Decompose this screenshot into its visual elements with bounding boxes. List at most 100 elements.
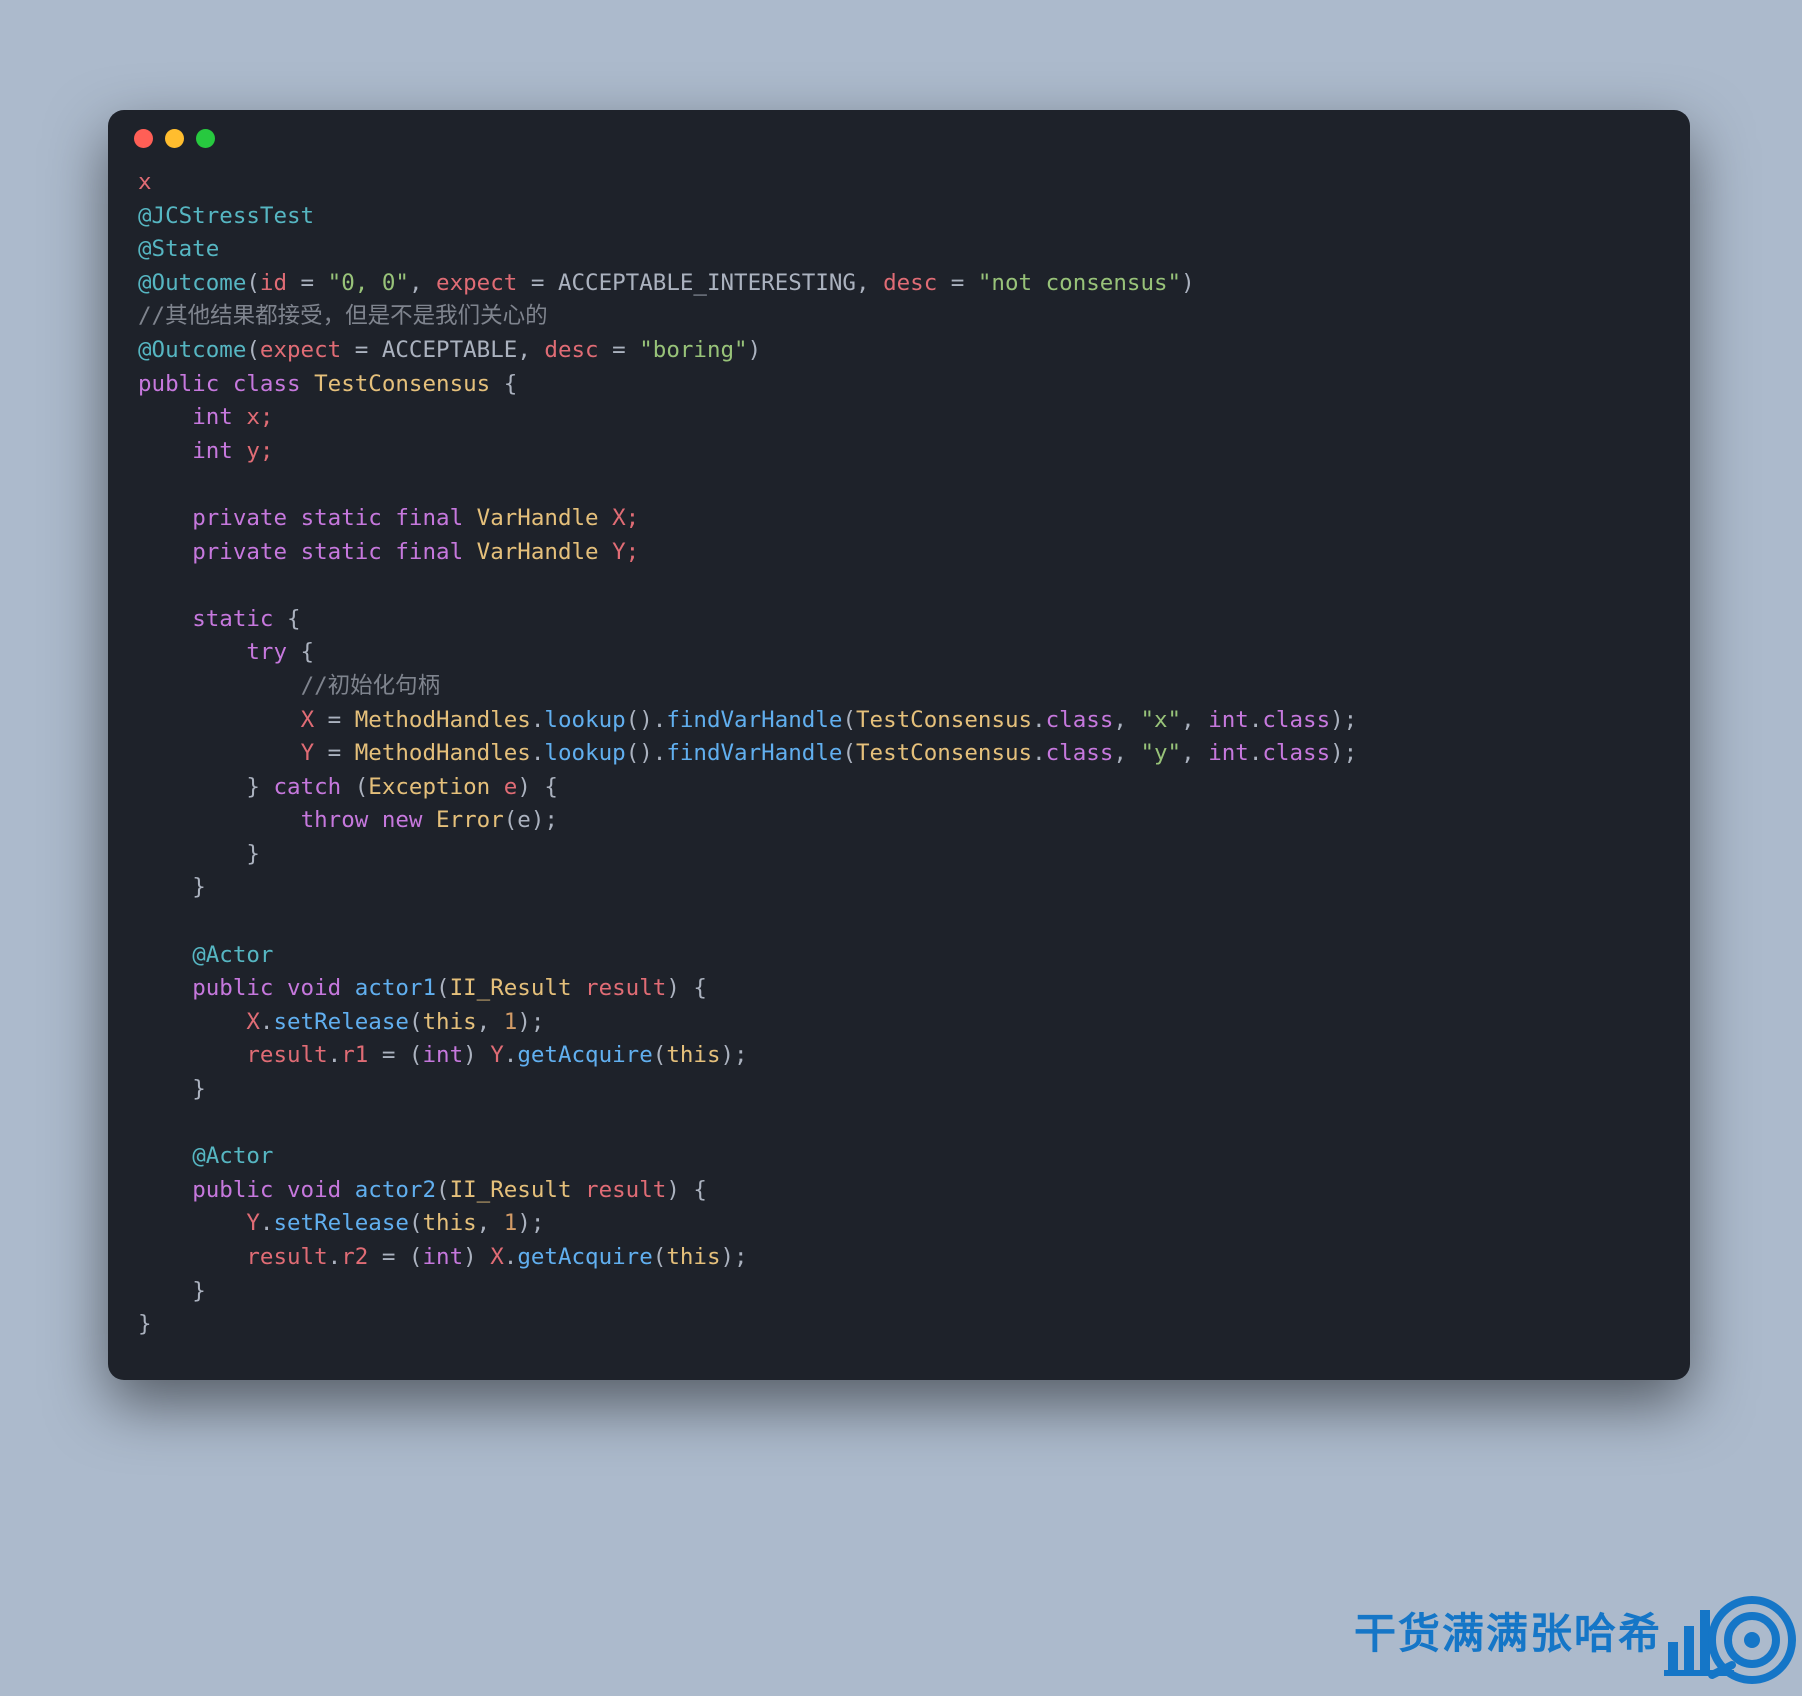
method-name: actor1 — [355, 975, 436, 1001]
annotation-actor: @Actor — [192, 1143, 273, 1169]
type: VarHandle — [477, 505, 599, 531]
code-text: ) — [463, 1042, 490, 1068]
code-text: . — [531, 707, 545, 733]
number: 1 — [504, 1210, 518, 1236]
watermark-text: 干货满满张哈希 — [1354, 1600, 1662, 1661]
keyword: this — [422, 1009, 476, 1035]
type: MethodHandles — [355, 707, 531, 733]
type: TestConsensus — [856, 707, 1032, 733]
method: lookup — [544, 707, 625, 733]
code-text: ) { — [517, 774, 558, 800]
code-text — [138, 1210, 246, 1236]
code-text — [382, 539, 396, 565]
code-text — [138, 539, 192, 565]
code-text: ) { — [666, 1177, 707, 1203]
code-text: . — [504, 1042, 518, 1068]
code-text: } — [192, 874, 206, 900]
code-window: x @JCStressTest @State @Outcome(id = "0,… — [108, 110, 1690, 1380]
code-text: ACCEPTABLE_INTERESTING — [558, 270, 856, 296]
code-text: ACCEPTABLE — [382, 337, 517, 363]
keyword: this — [666, 1042, 720, 1068]
code-text: ( — [842, 707, 856, 733]
close-icon[interactable] — [134, 129, 153, 148]
code-block: x @JCStressTest @State @Outcome(id = "0,… — [108, 166, 1690, 1342]
method: setRelease — [273, 1009, 408, 1035]
code-text: . — [328, 1244, 342, 1270]
annotation-outcome: @Outcome — [138, 337, 246, 363]
keyword: class — [1046, 707, 1114, 733]
type: Exception — [368, 774, 490, 800]
annotation-jcstress: @JCStressTest — [138, 203, 314, 229]
code-text — [219, 371, 233, 397]
keyword: int — [192, 404, 233, 430]
code-text: , — [477, 1210, 504, 1236]
code-text: } — [192, 1076, 206, 1102]
code-text: result — [246, 1042, 327, 1068]
code-text: ( — [246, 337, 260, 363]
code-text: "0, 0" — [328, 270, 409, 296]
code-text — [138, 874, 192, 900]
code-text: ( — [341, 774, 368, 800]
keyword: int — [422, 1244, 463, 1270]
code-text: , — [1181, 740, 1208, 766]
code-text: . — [1032, 707, 1046, 733]
keyword: void — [287, 975, 341, 1001]
code-text: e — [490, 774, 517, 800]
code-text — [287, 505, 301, 531]
code-text: { — [273, 606, 300, 632]
code-text: = — [517, 270, 558, 296]
keyword: static — [301, 539, 382, 565]
keyword: int — [422, 1042, 463, 1068]
code-text: ); — [1330, 707, 1357, 733]
keyword: static — [301, 505, 382, 531]
comment: //其他结果都接受，但是不是我们关心的 — [138, 303, 548, 329]
code-text: } — [246, 841, 260, 867]
code-text — [138, 740, 301, 766]
code-text: ) — [463, 1244, 490, 1270]
code-text — [138, 841, 246, 867]
code-text: , — [409, 270, 436, 296]
keyword: final — [395, 539, 463, 565]
keyword: class — [1262, 707, 1330, 733]
code-text — [138, 505, 192, 531]
code-text: ) — [1181, 270, 1195, 296]
code-text: ) { — [666, 975, 707, 1001]
type: Error — [436, 807, 504, 833]
code-text: result — [246, 1244, 327, 1270]
code-text: (). — [626, 707, 667, 733]
code-text: , — [1113, 707, 1140, 733]
keyword: class — [1046, 740, 1114, 766]
code-text: = — [314, 707, 355, 733]
code-text: Y; — [599, 539, 640, 565]
code-text: . — [531, 740, 545, 766]
code-text: . — [1032, 740, 1046, 766]
annotation-outcome: @Outcome — [138, 270, 246, 296]
code-text — [273, 975, 287, 1001]
code-text: ( — [246, 270, 260, 296]
keyword: static — [192, 606, 273, 632]
code-text: = ( — [368, 1042, 422, 1068]
code-text: ( — [409, 1009, 423, 1035]
annotation-actor: @Actor — [192, 942, 273, 968]
comment: //初始化句柄 — [301, 673, 441, 699]
code-text: = — [599, 337, 640, 363]
code-text — [138, 404, 192, 430]
code-text: ); — [517, 1009, 544, 1035]
code-text: id — [260, 270, 287, 296]
type: II_Result — [450, 975, 572, 1001]
code-text — [301, 371, 315, 397]
code-text: expect — [436, 270, 517, 296]
keyword: int — [1208, 707, 1249, 733]
code-text: Y — [490, 1042, 504, 1068]
code-text: y; — [233, 438, 274, 464]
code-text: , — [1113, 740, 1140, 766]
code-text — [138, 942, 192, 968]
keyword: final — [395, 505, 463, 531]
keyword: private — [192, 539, 287, 565]
code-text: "boring" — [639, 337, 747, 363]
maximize-icon[interactable] — [196, 129, 215, 148]
code-text: r1 — [341, 1042, 368, 1068]
code-text: = — [287, 270, 328, 296]
keyword: void — [287, 1177, 341, 1203]
minimize-icon[interactable] — [165, 129, 184, 148]
